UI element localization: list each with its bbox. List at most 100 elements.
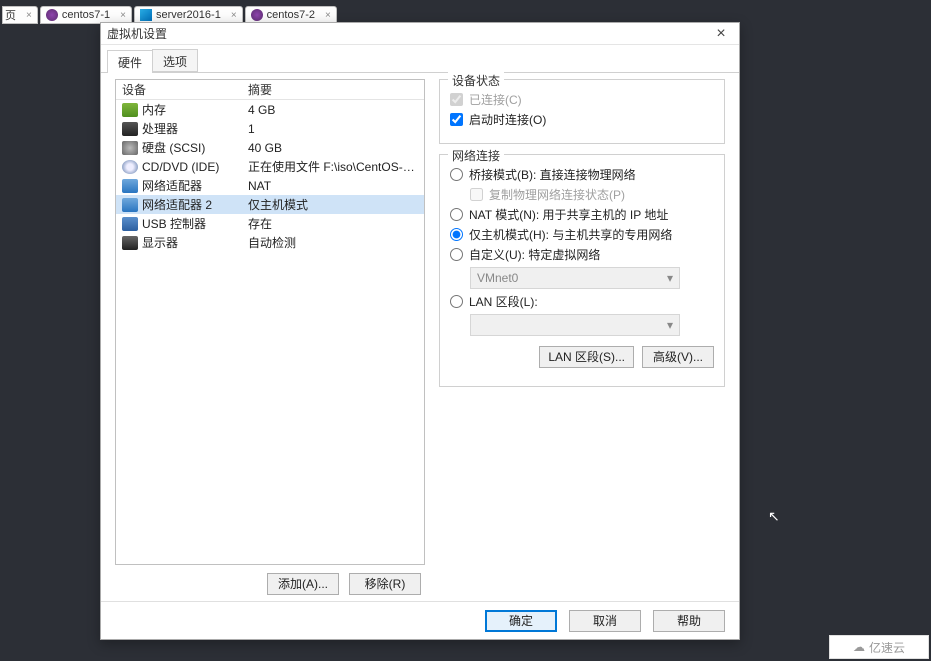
connected-input xyxy=(450,93,463,106)
tab-hardware[interactable]: 硬件 xyxy=(107,50,153,73)
device-summary: 仅主机模式 xyxy=(248,196,418,213)
col-device: 设备 xyxy=(122,81,248,98)
group-legend: 网络连接 xyxy=(448,147,504,164)
hostonly-radio[interactable]: 仅主机模式(H): 与主机共享的专用网络 xyxy=(450,226,714,243)
custom-radio[interactable]: 自定义(U): 特定虚拟网络 xyxy=(450,246,714,263)
replicate-label: 复制物理网络连接状态(P) xyxy=(489,186,625,203)
cancel-button[interactable]: 取消 xyxy=(569,610,641,632)
hardware-row[interactable]: 网络适配器NAT xyxy=(116,176,424,195)
net-icon xyxy=(122,179,138,193)
dialog-title: 虚拟机设置 xyxy=(107,25,709,42)
replicate-checkbox: 复制物理网络连接状态(P) xyxy=(470,186,714,203)
lanseg-combo: ▾ xyxy=(470,314,680,336)
device-summary: 正在使用文件 F:\iso\CentOS-7-... xyxy=(248,158,418,175)
settings-tab-bar: 硬件 选项 xyxy=(101,49,739,73)
bridged-input[interactable] xyxy=(450,168,463,181)
watermark: ☁ 亿速云 xyxy=(829,635,929,659)
hardware-row[interactable]: CD/DVD (IDE)正在使用文件 F:\iso\CentOS-7-... xyxy=(116,157,424,176)
dialog-footer: 确定 取消 帮助 xyxy=(101,601,739,639)
nat-label: NAT 模式(N): 用于共享主机的 IP 地址 xyxy=(469,206,668,223)
advanced-button[interactable]: 高级(V)... xyxy=(642,346,714,368)
watermark-label: 亿速云 xyxy=(869,639,905,656)
ok-button[interactable]: 确定 xyxy=(485,610,557,632)
device-name: 处理器 xyxy=(142,120,248,137)
connect-at-poweron-input[interactable] xyxy=(450,113,463,126)
connected-label: 已连接(C) xyxy=(469,91,522,108)
help-button[interactable]: 帮助 xyxy=(653,610,725,632)
centos-icon xyxy=(46,9,58,21)
net-icon xyxy=(122,198,138,212)
close-icon[interactable]: × xyxy=(709,27,733,41)
col-summary: 摘要 xyxy=(248,81,418,98)
close-icon[interactable]: × xyxy=(26,10,32,21)
workspace-tab[interactable]: 页 × xyxy=(2,6,38,24)
close-icon[interactable]: × xyxy=(120,10,126,21)
dialog-titlebar: 虚拟机设置 × xyxy=(101,23,739,45)
device-summary: 1 xyxy=(248,122,418,136)
combo-value: VMnet0 xyxy=(477,271,518,285)
cd-icon xyxy=(122,160,138,174)
device-name: USB 控制器 xyxy=(142,215,248,232)
device-name: 显示器 xyxy=(142,234,248,251)
cpu-icon xyxy=(122,122,138,136)
hdd-icon xyxy=(122,141,138,155)
lanseg-radio[interactable]: LAN 区段(L): xyxy=(450,293,714,310)
usb-icon xyxy=(122,217,138,231)
group-legend: 设备状态 xyxy=(448,72,504,89)
device-summary: 自动检测 xyxy=(248,234,418,251)
close-icon[interactable]: × xyxy=(325,10,331,21)
hostonly-label: 仅主机模式(H): 与主机共享的专用网络 xyxy=(469,226,672,243)
device-summary: 4 GB xyxy=(248,103,418,117)
custom-network-combo: VMnet0 ▾ xyxy=(470,267,680,289)
device-summary: NAT xyxy=(248,179,418,193)
hardware-list: 设备 摘要 内存4 GB处理器1硬盘 (SCSI)40 GBCD/DVD (ID… xyxy=(115,79,425,565)
hostonly-input[interactable] xyxy=(450,228,463,241)
device-summary: 40 GB xyxy=(248,141,418,155)
device-name: 网络适配器 2 xyxy=(142,196,248,213)
tab-label: server2016-1 xyxy=(156,9,221,21)
hardware-row[interactable]: 显示器自动检测 xyxy=(116,233,424,252)
connect-at-poweron-checkbox[interactable]: 启动时连接(O) xyxy=(450,111,714,128)
device-name: 网络适配器 xyxy=(142,177,248,194)
hardware-list-header: 设备 摘要 xyxy=(116,80,424,100)
replicate-input xyxy=(470,188,483,201)
device-status-group: 设备状态 已连接(C) 启动时连接(O) xyxy=(439,79,725,144)
tab-label: centos7-2 xyxy=(267,9,315,21)
nat-input[interactable] xyxy=(450,208,463,221)
hardware-row[interactable]: 内存4 GB xyxy=(116,100,424,119)
connected-checkbox: 已连接(C) xyxy=(450,91,714,108)
hardware-row[interactable]: 网络适配器 2仅主机模式 xyxy=(116,195,424,214)
mem-icon xyxy=(122,103,138,117)
tab-options[interactable]: 选项 xyxy=(152,49,198,72)
close-icon[interactable]: × xyxy=(231,10,237,21)
nat-radio[interactable]: NAT 模式(N): 用于共享主机的 IP 地址 xyxy=(450,206,714,223)
mouse-cursor-icon: ↖ xyxy=(768,508,780,525)
add-hardware-button[interactable]: 添加(A)... xyxy=(267,573,339,595)
connect-at-poweron-label: 启动时连接(O) xyxy=(469,111,546,128)
device-name: 内存 xyxy=(142,101,248,118)
bridged-radio[interactable]: 桥接模式(B): 直接连接物理网络 xyxy=(450,166,714,183)
device-summary: 存在 xyxy=(248,215,418,232)
chevron-down-icon: ▾ xyxy=(667,318,673,332)
hardware-row[interactable]: USB 控制器存在 xyxy=(116,214,424,233)
hardware-row[interactable]: 硬盘 (SCSI)40 GB xyxy=(116,138,424,157)
network-connection-group: 网络连接 桥接模式(B): 直接连接物理网络 复制物理网络连接状态(P) NAT… xyxy=(439,154,725,387)
chevron-down-icon: ▾ xyxy=(667,271,673,285)
lanseg-label: LAN 区段(L): xyxy=(469,293,538,310)
tab-label: centos7-1 xyxy=(62,9,110,21)
custom-label: 自定义(U): 特定虚拟网络 xyxy=(469,246,600,263)
device-name: 硬盘 (SCSI) xyxy=(142,139,248,156)
device-name: CD/DVD (IDE) xyxy=(142,160,248,174)
remove-hardware-button[interactable]: 移除(R) xyxy=(349,573,421,595)
centos-icon xyxy=(251,9,263,21)
windows-icon xyxy=(140,9,152,21)
disp-icon xyxy=(122,236,138,250)
lanseg-input[interactable] xyxy=(450,295,463,308)
bridged-label: 桥接模式(B): 直接连接物理网络 xyxy=(469,166,636,183)
vm-settings-dialog: 虚拟机设置 × 硬件 选项 设备 摘要 内存4 GB处理器1硬盘 (SCSI)4… xyxy=(100,22,740,640)
tab-label: 页 xyxy=(5,7,16,23)
custom-input[interactable] xyxy=(450,248,463,261)
cloud-icon: ☁ xyxy=(853,640,865,654)
hardware-row[interactable]: 处理器1 xyxy=(116,119,424,138)
lan-segments-button[interactable]: LAN 区段(S)... xyxy=(539,346,634,368)
